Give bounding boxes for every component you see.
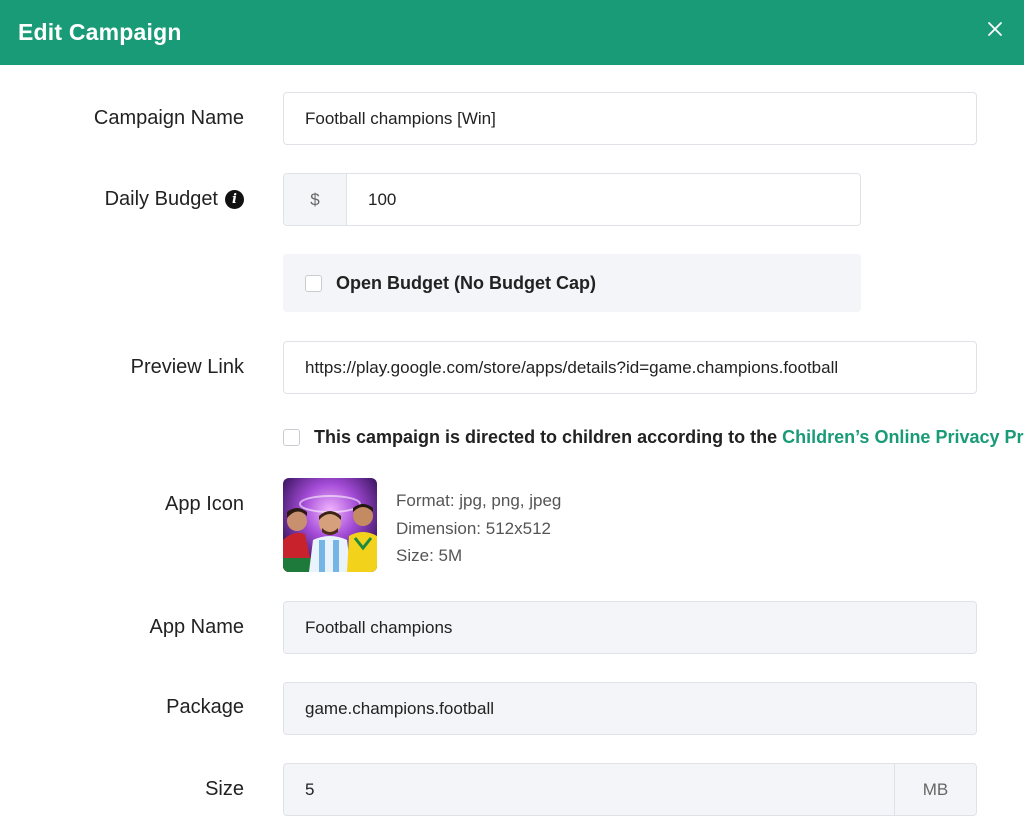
open-budget-option: Open Budget (No Budget Cap) xyxy=(283,254,861,312)
size-value: 5 xyxy=(305,779,315,799)
daily-budget-input[interactable]: 100 xyxy=(347,174,860,225)
app-name-label-text: App Name xyxy=(149,615,245,638)
close-icon xyxy=(988,22,1002,36)
children-directed-text: This campaign is directed to children ac… xyxy=(314,427,783,447)
preview-link-input[interactable]: https://play.google.com/store/apps/detai… xyxy=(283,341,977,394)
currency-prefix: $ xyxy=(284,174,347,225)
info-icon[interactable]: i xyxy=(225,189,244,209)
size-label-text: Size xyxy=(205,777,244,800)
close-button[interactable] xyxy=(984,18,1006,40)
app-name-input[interactable]: Football champions xyxy=(283,601,977,654)
size-input-group: 5 MB xyxy=(283,763,977,816)
campaign-name-input[interactable]: Football champions [Win] xyxy=(283,92,977,145)
app-icon-requirements: Format: jpg, png, jpeg Dimension: 512x51… xyxy=(396,487,561,570)
package-input[interactable]: game.champions.football xyxy=(283,682,977,735)
app-icon-image[interactable] xyxy=(283,478,377,572)
campaign-name-value: Football champions [Win] xyxy=(305,108,496,128)
icon-dimension-text: Dimension: 512x512 xyxy=(396,518,551,538)
daily-budget-value: 100 xyxy=(368,189,397,209)
size-label: Size xyxy=(205,776,244,802)
preview-link-label: Preview Link xyxy=(131,354,244,380)
open-budget-label[interactable]: Open Budget (No Budget Cap) xyxy=(336,273,596,294)
app-icon-artwork xyxy=(283,478,377,572)
children-directed-option: This campaign is directed to children ac… xyxy=(283,427,1024,447)
modal-header: Edit Campaign xyxy=(0,0,1024,65)
children-directed-label: This campaign is directed to children ac… xyxy=(314,427,1024,447)
edit-campaign-modal: Edit Campaign Campaign Name Football cha… xyxy=(0,0,1024,831)
icon-format-text: Format: jpg, png, jpeg xyxy=(396,491,562,510)
icon-size-text: Size: 5M xyxy=(396,546,463,565)
package-label: Package xyxy=(166,694,244,720)
preview-link-value: https://play.google.com/store/apps/detai… xyxy=(305,357,839,377)
modal-title: Edit Campaign xyxy=(18,19,182,45)
size-unit-suffix: MB xyxy=(894,764,976,815)
app-name-value: Football champions xyxy=(305,617,453,637)
campaign-name-label: Campaign Name xyxy=(94,105,244,131)
coppa-link[interactable]: Children’s Online Privacy Pr xyxy=(782,427,1023,447)
open-budget-checkbox[interactable] xyxy=(305,274,322,292)
app-icon-label-text: App Icon xyxy=(165,492,244,515)
daily-budget-label: Daily Budget i xyxy=(105,186,244,212)
preview-link-label-text: Preview Link xyxy=(130,355,244,378)
daily-budget-label-text: Daily Budget xyxy=(104,187,218,210)
package-label-text: Package xyxy=(166,695,244,718)
size-input[interactable]: 5 xyxy=(284,764,894,815)
package-value: game.champions.football xyxy=(305,698,495,718)
daily-budget-input-group: $ 100 xyxy=(283,173,861,226)
campaign-name-label-text: Campaign Name xyxy=(93,106,244,129)
app-name-label: App Name xyxy=(150,614,245,640)
app-icon-label: App Icon xyxy=(165,491,244,517)
children-directed-checkbox[interactable] xyxy=(283,428,300,446)
